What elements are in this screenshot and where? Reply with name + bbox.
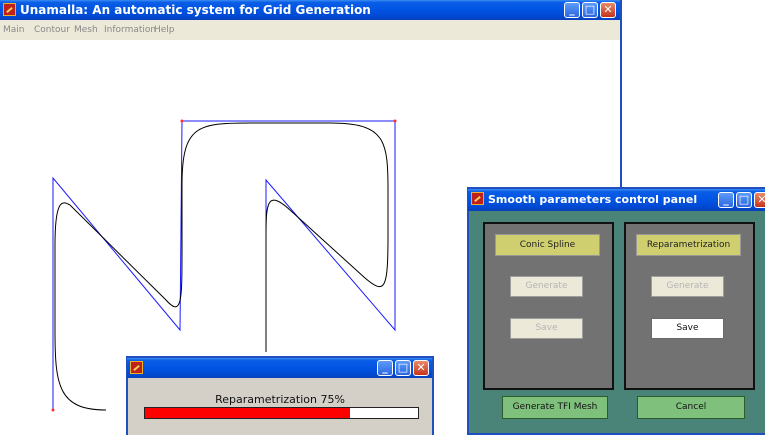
close-icon[interactable]: ✕ [754, 192, 765, 208]
menu-information[interactable]: Information [104, 25, 156, 35]
minimize-icon[interactable]: _ [564, 2, 580, 18]
control-point[interactable] [393, 119, 397, 123]
reparam-generate-button[interactable]: Generate [651, 276, 724, 297]
reparametrization-group: Reparametrization Generate Save [624, 222, 755, 390]
main-window-title: Unamalla: An automatic system for Grid G… [20, 3, 371, 17]
maximize-icon[interactable]: □ [736, 192, 752, 208]
progress-label: Reparametrization 75% [215, 393, 345, 406]
conic-spline-group: Conic Spline Generate Save [483, 222, 614, 390]
matlab-app-icon [130, 361, 143, 374]
progress-title-bar[interactable]: _ □ ✕ [127, 358, 432, 378]
minimize-icon[interactable]: _ [377, 360, 393, 376]
close-icon[interactable]: ✕ [413, 360, 429, 376]
conic-save-button[interactable]: Save [510, 318, 583, 339]
matlab-app-icon [471, 192, 484, 205]
generate-tfi-mesh-button[interactable]: Generate TFI Mesh [502, 396, 608, 419]
menu-mesh[interactable]: Mesh [74, 25, 98, 35]
menu-contour[interactable]: Contour [34, 25, 70, 35]
main-title-bar[interactable]: Unamalla: An automatic system for Grid G… [0, 0, 620, 20]
reparam-save-button[interactable]: Save [651, 318, 724, 339]
smooth-parameters-panel: Smooth parameters control panel _ □ ✕ Co… [467, 187, 765, 435]
reparametrization-button[interactable]: Reparametrization [636, 234, 741, 256]
progress-bar [144, 407, 419, 419]
conic-generate-button[interactable]: Generate [510, 276, 583, 297]
smooth-panel-title: Smooth parameters control panel [488, 193, 698, 206]
conic-spline-button[interactable]: Conic Spline [495, 234, 600, 256]
menu-main[interactable]: Main [3, 25, 25, 35]
menu-help[interactable]: Help [154, 25, 175, 35]
control-point[interactable] [51, 408, 55, 412]
cancel-button[interactable]: Cancel [637, 396, 745, 419]
control-point[interactable] [180, 119, 184, 123]
maximize-icon[interactable]: □ [582, 2, 598, 18]
maximize-icon[interactable]: □ [395, 360, 411, 376]
progress-dialog: _ □ ✕ Reparametrization 75% [126, 356, 434, 435]
menu-bar: Main Contour Mesh Information Help [0, 20, 620, 40]
matlab-app-icon [3, 3, 16, 16]
close-icon[interactable]: ✕ [600, 2, 616, 18]
minimize-icon[interactable]: _ [718, 192, 734, 208]
progress-bar-fill [145, 408, 350, 418]
smooth-panel-title-bar[interactable]: Smooth parameters control panel _ □ ✕ [468, 189, 765, 211]
